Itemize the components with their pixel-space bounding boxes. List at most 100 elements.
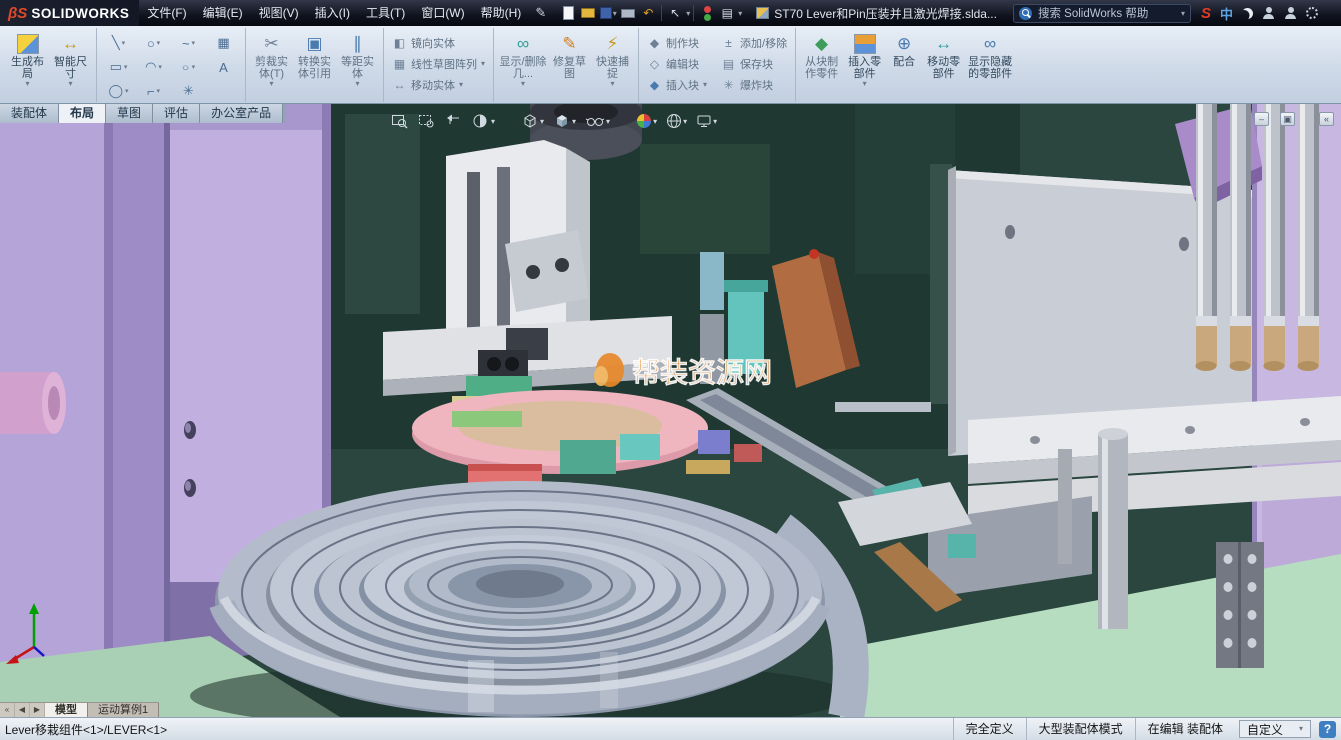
selection-status-text: Lever移栽组件<1>/LEVER<1> [0, 721, 167, 738]
help-search-box[interactable]: 搜索 SolidWorks 帮助 ▾ [1013, 4, 1191, 23]
dropdown-arrow-icon: ▾ [192, 39, 196, 47]
save-block-label: 保存块 [740, 56, 773, 72]
sketch-point-tool[interactable]: ✳ [171, 79, 206, 103]
move-component-button[interactable]: ↔ 移动零部件 [922, 29, 965, 81]
dropdown-arrow-icon[interactable]: ▾ [738, 9, 742, 18]
sketch-pencil-icon[interactable]: ✎ [529, 5, 552, 21]
tab-office-products[interactable]: 办公室产品 [200, 104, 283, 123]
edit-appearance-icon[interactable]: ▾ [633, 111, 660, 131]
new-document-icon[interactable] [559, 4, 577, 22]
rebuild-icon[interactable] [698, 4, 716, 22]
sketch-grid-tool[interactable]: ▦ [206, 31, 241, 55]
custom-dropdown[interactable]: 自定义 ▾ [1239, 720, 1311, 738]
section-view-icon[interactable]: ▾ [469, 111, 498, 131]
sketch-perimeter-circle-tool[interactable]: ◯▾ [101, 79, 136, 103]
ribbon-group-pattern: ◧ 镜向实体 ▦ 线性草图阵列 ▾ ↔ 移动实体 ▾ [383, 28, 493, 102]
sketch-spline-tool[interactable]: ~▾ [171, 31, 206, 55]
tab-layout[interactable]: 布局 [59, 104, 106, 123]
window-restore-icon[interactable]: ▣ [1280, 112, 1295, 126]
menu-help[interactable]: 帮助(H) [473, 0, 530, 26]
document-window-buttons: – ▣ [1254, 112, 1295, 126]
help-icon[interactable]: ? [1319, 721, 1336, 738]
solidworks-s-icon[interactable]: S [1201, 5, 1211, 22]
sketch-line-tool[interactable]: ╲▾ [101, 31, 136, 55]
menu-file[interactable]: 文件(F) [139, 0, 194, 26]
make-block-button[interactable]: ◆ 制作块 [643, 34, 711, 52]
tab-sketch[interactable]: 草图 [106, 104, 153, 123]
smart-dimension-button[interactable]: ↔ 智能尺寸 ▾ [49, 29, 92, 89]
quick-access-toolbar: ▾ ↶ ↖ ▾ ▤ ▾ [558, 4, 742, 22]
language-icon[interactable]: 中 [1220, 4, 1233, 23]
print-icon[interactable] [619, 4, 637, 22]
tab-scroll-first-icon[interactable]: « [0, 703, 15, 717]
ribbon-group-blocks: ◆ 制作块 ◇ 编辑块 ◆ 插入块 ▾ ± 添加/移除 [638, 28, 795, 102]
mirror-entities-button[interactable]: ◧ 镜向实体 [388, 34, 489, 52]
insert-components-button[interactable]: 插入零部件 ▾ [843, 29, 886, 89]
menu-edit[interactable]: 编辑(E) [195, 0, 251, 26]
sketch-text-tool[interactable]: A [206, 55, 241, 79]
display-delete-relations-button[interactable]: ∞ 显示/删除几... ▾ [498, 29, 548, 89]
linear-sketch-pattern-button[interactable]: ▦ 线性草图阵列 ▾ [388, 55, 489, 73]
display-style-icon[interactable]: ▾ [550, 111, 579, 131]
assembly-document-icon [756, 7, 769, 19]
edit-block-button[interactable]: ◇ 编辑块 [643, 55, 711, 73]
sketch-arc-tool[interactable]: ◠▾ [136, 55, 171, 79]
sketch-rectangle-tool[interactable]: ▭▾ [101, 55, 136, 79]
zoom-fit-icon[interactable] [388, 111, 412, 131]
sketch-ellipse-tool[interactable]: ○▾ [171, 55, 206, 79]
select-cursor-icon[interactable]: ↖ [666, 4, 684, 22]
graphics-viewport[interactable]: 帮装资源网 ▾ ▾ ▾ ▾ ▾ ▾ ▾ [0, 104, 1341, 717]
dropdown-arrow-icon: ▾ [158, 63, 162, 71]
add-remove-button[interactable]: ± 添加/移除 [717, 34, 791, 52]
show-hidden-components-label: 显示隐藏的零部件 [966, 56, 1014, 80]
insert-block-button[interactable]: ◆ 插入块 ▾ [643, 76, 711, 94]
move-entities-button[interactable]: ↔ 移动实体 ▾ [388, 76, 489, 94]
make-part-from-block-icon: ◆ [815, 32, 828, 56]
tab-motion-study[interactable]: 运动算例1 [88, 703, 159, 717]
quick-snaps-button[interactable]: ⚡ 快速捕捉 ▾ [591, 29, 634, 89]
view-orientation-icon[interactable]: ▾ [518, 111, 547, 131]
convert-entities-button[interactable]: ▣ 转换实体引用 [293, 29, 336, 81]
users-icon[interactable] [1284, 7, 1297, 19]
window-minimize-icon[interactable]: – [1254, 112, 1269, 126]
sketch-fillet-tool[interactable]: ⌐▾ [136, 79, 171, 103]
open-document-icon[interactable] [579, 4, 597, 22]
tab-scroll-next-icon[interactable]: ▶ [30, 703, 45, 717]
user-icon[interactable] [1262, 7, 1275, 19]
undo-icon[interactable]: ↶ [639, 4, 657, 22]
solidworks-logo: βS SOLIDWORKS [0, 0, 139, 26]
menu-view[interactable]: 视图(V) [251, 0, 307, 26]
menu-tools[interactable]: 工具(T) [358, 0, 413, 26]
create-layout-button[interactable]: 生成布局 ▾ [6, 29, 49, 89]
save-block-button[interactable]: ▤ 保存块 [717, 55, 791, 73]
settings-gear-icon[interactable] [1306, 7, 1318, 19]
moon-icon[interactable] [1242, 8, 1253, 19]
options-sheet-icon[interactable]: ▤ [718, 4, 736, 22]
hide-show-items-icon[interactable]: ▾ [582, 111, 613, 131]
trim-entities-button[interactable]: ✂ 剪裁实体(T) ▾ [250, 29, 293, 89]
show-hidden-components-button[interactable]: ∞ 显示隐藏的零部件 [965, 29, 1015, 81]
explode-block-button[interactable]: ✳ 爆炸块 [717, 76, 791, 94]
toolbar-divider [693, 5, 694, 21]
tab-evaluate[interactable]: 评估 [153, 104, 200, 123]
save-icon[interactable]: ▾ [599, 4, 617, 22]
menu-window[interactable]: 窗口(W) [413, 0, 472, 26]
make-part-from-block-button[interactable]: ◆ 从块制作零件 [800, 29, 843, 81]
zoom-area-icon[interactable] [415, 111, 439, 131]
apply-scene-icon[interactable]: ▾ [663, 111, 690, 131]
tab-assembly[interactable]: 装配体 [0, 104, 59, 123]
dropdown-arrow-icon[interactable]: ▾ [686, 9, 690, 18]
titlebar: βS SOLIDWORKS 文件(F) 编辑(E) 视图(V) 插入(I) 工具… [0, 0, 1341, 26]
tab-model[interactable]: 模型 [45, 703, 88, 717]
repair-sketch-button[interactable]: ✎ 修复草图 [548, 29, 591, 81]
view-settings-icon[interactable]: ▾ [693, 111, 720, 131]
dropdown-arrow-icon[interactable]: ▾ [1181, 9, 1185, 18]
sketch-circle-tool[interactable]: ○▾ [136, 31, 171, 55]
menu-insert[interactable]: 插入(I) [307, 0, 358, 26]
mate-button[interactable]: ⊕ 配合 [886, 29, 922, 69]
tab-scroll-prev-icon[interactable]: ◀ [15, 703, 30, 717]
offset-entities-button[interactable]: ∥ 等距实体 ▾ [336, 29, 379, 89]
previous-view-icon[interactable] [442, 111, 466, 131]
panel-collapse-icon[interactable]: « [1319, 112, 1334, 126]
viewport-3d-scene[interactable]: 帮装资源网 [0, 104, 1341, 717]
